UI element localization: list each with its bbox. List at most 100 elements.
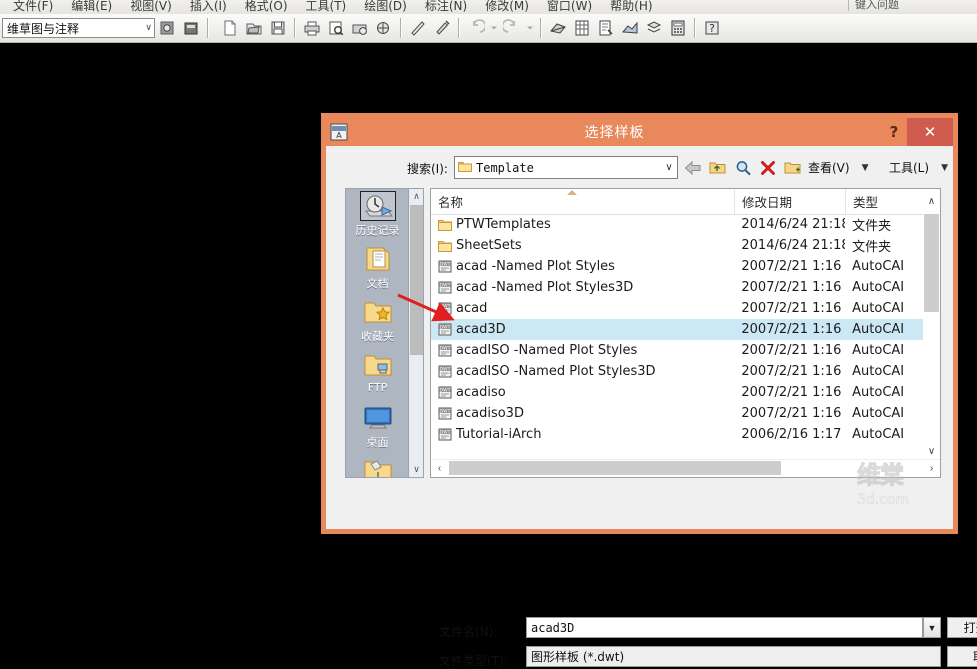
attribute-icon[interactable] bbox=[595, 17, 617, 39]
menu-item-help[interactable]: 帮助(H) bbox=[601, 0, 661, 14]
places-scrollbar[interactable]: ∧ ∨ bbox=[408, 189, 423, 477]
favorites-icon bbox=[360, 297, 396, 327]
table-row[interactable]: PTWTemplates 2014/6/24 21:18 文件夹 bbox=[431, 214, 923, 235]
filename-input[interactable]: acad3D bbox=[526, 617, 923, 638]
workspace-settings-icon[interactable] bbox=[156, 17, 178, 39]
place-item-desktop[interactable]: 桌面 bbox=[346, 401, 409, 454]
place-label: 桌面 bbox=[366, 436, 389, 449]
table-row[interactable]: DWT acadISO -Named Plot Styles3D 2007/2/… bbox=[431, 361, 923, 382]
place-item-documents[interactable]: 文档 bbox=[346, 242, 409, 295]
new-file-icon[interactable] bbox=[219, 17, 241, 39]
menu-item-edit[interactable]: 编辑(E) bbox=[62, 0, 121, 14]
scroll-down-icon[interactable]: ∨ bbox=[923, 443, 940, 460]
menu-item-view[interactable]: 视图(V) bbox=[121, 0, 181, 14]
column-date[interactable]: 修改日期 bbox=[735, 189, 846, 214]
file-name-text: acad3D bbox=[456, 322, 506, 337]
autocad-app-chrome: 文件(F) 编辑(E) 视图(V) 插入(I) 格式(O) 工具(T) 绘图(D… bbox=[0, 0, 977, 45]
table-row[interactable]: DWT acad -Named Plot Styles 2007/2/21 1:… bbox=[431, 256, 923, 277]
path-combo[interactable]: Template ∨ bbox=[454, 156, 678, 179]
file-type-cell: AutoCAI bbox=[852, 343, 905, 358]
scroll-thumb[interactable] bbox=[410, 205, 423, 355]
workspace-combo[interactable]: 维草图与注释 ∨ bbox=[2, 18, 155, 38]
delete-icon[interactable] bbox=[757, 157, 779, 178]
table-row[interactable]: DWT acadiso3D 2007/2/21 1:16 AutoCAI bbox=[431, 403, 923, 424]
menu-item-modify[interactable]: 修改(M) bbox=[476, 0, 538, 14]
xref-icon[interactable] bbox=[547, 17, 569, 39]
dwt-icon: DWT bbox=[438, 365, 452, 378]
table-row[interactable]: DWT acadiso 2007/2/21 1:16 AutoCAI bbox=[431, 382, 923, 403]
column-type-label: 类型 bbox=[853, 195, 879, 210]
toolbar-separator bbox=[294, 18, 296, 38]
dialog-title-bar[interactable]: A 选择样板 ? ✕ bbox=[326, 118, 953, 146]
file-list-horizontal-scrollbar[interactable]: ‹ › bbox=[431, 459, 940, 477]
place-item-favorites[interactable]: 收藏夹 bbox=[346, 295, 409, 348]
scroll-up-icon[interactable]: ∧ bbox=[409, 189, 423, 204]
menu-item-format[interactable]: 格式(O) bbox=[236, 0, 297, 14]
scroll-down-icon[interactable]: ∨ bbox=[409, 462, 423, 477]
dialog-close-button[interactable]: ✕ bbox=[907, 118, 953, 146]
column-name[interactable]: 名称 bbox=[431, 189, 735, 214]
block-table-icon[interactable] bbox=[571, 17, 593, 39]
scroll-left-icon[interactable]: ‹ bbox=[431, 460, 448, 476]
table-row[interactable]: DWT Tutorial-iArch 2006/2/16 1:17 AutoCA… bbox=[431, 424, 923, 445]
search-icon[interactable] bbox=[732, 157, 754, 178]
table-row[interactable]: DWT acadISO -Named Plot Styles 2007/2/21… bbox=[431, 340, 923, 361]
place-item-buzzsaw[interactable] bbox=[346, 454, 409, 477]
chevron-down-icon[interactable]: ∨ bbox=[661, 162, 677, 173]
workspace-label-icon[interactable] bbox=[180, 17, 202, 39]
new-folder-icon[interactable] bbox=[782, 157, 804, 178]
help-icon[interactable]: ? bbox=[701, 17, 723, 39]
scroll-right-icon[interactable]: › bbox=[923, 460, 940, 476]
render-icon[interactable] bbox=[619, 17, 641, 39]
places-bar: 历史记录 文档 收藏夹 FTP 桌面 ∧ ∨ bbox=[345, 188, 424, 478]
open-button[interactable]: 打开(O) bbox=[947, 617, 977, 638]
help-search-input[interactable]: 键入问题 bbox=[848, 0, 973, 11]
save-icon[interactable] bbox=[267, 17, 289, 39]
layers-icon[interactable] bbox=[643, 17, 665, 39]
menu-item-draw[interactable]: 绘图(D) bbox=[355, 0, 416, 14]
menu-item-window[interactable]: 窗口(W) bbox=[538, 0, 601, 14]
redo-dropdown-icon[interactable] bbox=[525, 17, 535, 39]
filetype-combo[interactable]: 图形样板 (*.dwt) bbox=[526, 646, 941, 667]
open-file-icon[interactable] bbox=[243, 17, 265, 39]
select-template-dialog: A 选择样板 ? ✕ 搜索(I): Template ∨ 查看(V) ▼ 工具(… bbox=[321, 113, 977, 668]
menu-item-dimension[interactable]: 标注(N) bbox=[416, 0, 476, 14]
scroll-thumb[interactable] bbox=[924, 214, 939, 312]
svg-text:DWT: DWT bbox=[440, 304, 451, 310]
up-folder-icon[interactable] bbox=[707, 157, 729, 178]
calculator-icon[interactable] bbox=[667, 17, 689, 39]
table-row[interactable]: DWT acad -Named Plot Styles3D 2007/2/21 … bbox=[431, 277, 923, 298]
table-row[interactable]: DWT acad 2007/2/21 1:16 AutoCAI bbox=[431, 298, 923, 319]
place-item-ftp[interactable]: FTP bbox=[346, 348, 409, 401]
undo-icon[interactable] bbox=[465, 17, 487, 39]
menu-item-tools[interactable]: 工具(T) bbox=[297, 0, 356, 14]
svg-text:DWT: DWT bbox=[440, 388, 451, 394]
plot-preview-icon[interactable] bbox=[325, 17, 347, 39]
back-arrow-icon[interactable] bbox=[682, 157, 704, 178]
cancel-button[interactable]: 取消 bbox=[947, 646, 977, 667]
file-name-cell: DWT Tutorial-iArch bbox=[431, 427, 734, 442]
undo-dropdown-icon[interactable] bbox=[489, 17, 499, 39]
place-item-history[interactable]: 历史记录 bbox=[346, 189, 409, 242]
scroll-thumb[interactable] bbox=[449, 461, 781, 475]
redo-icon[interactable] bbox=[501, 17, 523, 39]
file-list-vertical-scrollbar[interactable]: ∨ bbox=[923, 214, 940, 460]
table-row[interactable]: SheetSets 2014/6/24 21:18 文件夹 bbox=[431, 235, 923, 256]
file-date-cell: 2007/2/21 1:16 bbox=[741, 259, 842, 274]
scroll-up-icon[interactable]: ∧ bbox=[923, 189, 940, 214]
menu-item-insert[interactable]: 插入(I) bbox=[181, 0, 236, 14]
cut-icon[interactable] bbox=[407, 17, 429, 39]
column-type[interactable]: 类型 bbox=[846, 189, 924, 214]
file-name-cell: DWT acadiso3D bbox=[431, 406, 734, 421]
column-header: 名称 修改日期 类型 ∧ bbox=[431, 189, 940, 215]
3dprint-icon[interactable] bbox=[373, 17, 395, 39]
menu-item-file[interactable]: 文件(F) bbox=[4, 0, 62, 14]
dialog-help-button[interactable]: ? bbox=[881, 123, 907, 141]
table-row-selected[interactable]: DWT acad3D 2007/2/21 1:16 AutoCAI bbox=[431, 319, 923, 340]
match-properties-icon[interactable] bbox=[431, 17, 453, 39]
plot-icon[interactable] bbox=[301, 17, 323, 39]
tools-menu[interactable]: 工具(L) ▼ bbox=[889, 158, 948, 177]
publish-icon[interactable] bbox=[349, 17, 371, 39]
view-menu[interactable]: 查看(V) ▼ bbox=[808, 158, 869, 177]
filename-dropdown-icon[interactable]: ▼ bbox=[923, 617, 941, 638]
